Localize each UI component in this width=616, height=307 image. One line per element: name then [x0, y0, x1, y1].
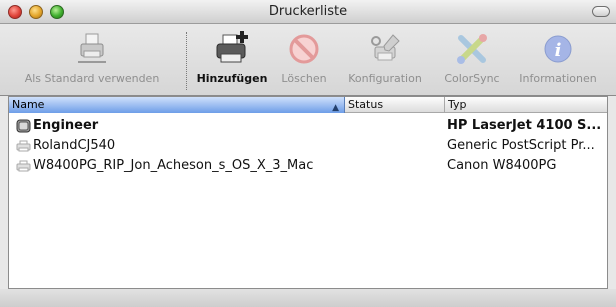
- sort-ascending-icon: ▲: [332, 103, 339, 113]
- column-header-typ[interactable]: Typ: [445, 97, 607, 113]
- set-default-button[interactable]: Als Standard verwenden: [2, 27, 182, 93]
- svg-text:i: i: [555, 40, 562, 61]
- information-button[interactable]: i Informationen: [510, 27, 606, 93]
- add-printer-icon: [216, 31, 248, 63]
- title-bar[interactable]: Druckerliste: [0, 0, 616, 24]
- printer-list: Name ▲ Status Typ Engineer HP LaserJet 4…: [8, 96, 608, 289]
- printer-icon: [16, 160, 31, 172]
- default-printer-icon: [78, 33, 106, 63]
- delete-icon: [289, 34, 319, 64]
- configuration-button[interactable]: Konfiguration: [338, 27, 432, 93]
- column-header-status-label: Status: [348, 98, 384, 111]
- printer-name: Engineer: [33, 118, 99, 133]
- column-header-status[interactable]: Status: [345, 97, 445, 113]
- printer-type: Canon W8400PG: [447, 158, 557, 173]
- information-label: Informationen: [519, 72, 597, 85]
- toolbar-toggle-button[interactable]: [592, 6, 610, 17]
- printer-type: Generic PostScript Pr...: [447, 138, 595, 153]
- printer-name: RolandCJ540: [33, 138, 116, 153]
- add-printer-label: Hinzufügen: [196, 72, 268, 85]
- delete-button[interactable]: Löschen: [272, 27, 336, 93]
- add-printer-button[interactable]: Hinzufügen: [194, 27, 270, 93]
- colorsync-label: ColorSync: [444, 72, 500, 85]
- configuration-label: Konfiguration: [348, 72, 422, 85]
- column-header-typ-label: Typ: [448, 98, 467, 111]
- printer-icon: [16, 140, 31, 152]
- delete-label: Löschen: [281, 72, 327, 85]
- info-icon: i: [544, 35, 572, 63]
- set-default-label: Als Standard verwenden: [24, 72, 160, 85]
- table-row[interactable]: Engineer HP LaserJet 4100 S...: [9, 116, 607, 136]
- window-title: Druckerliste: [268, 4, 348, 19]
- printer-name: W8400PG_RIP_Jon_Acheson_s_OS_X_3_Mac: [33, 158, 314, 173]
- status-bar: [0, 289, 616, 307]
- configuration-icon: [371, 34, 400, 61]
- colorsync-icon: [457, 34, 487, 64]
- toolbar-separator: [186, 32, 187, 90]
- printer-list-window: Druckerliste Als Standard verwenden Hinz…: [0, 0, 616, 307]
- list-header: Name ▲ Status Typ: [9, 97, 607, 113]
- toolbar: Als Standard verwenden Hinzufügen Lösche…: [0, 24, 616, 96]
- printer-type: HP LaserJet 4100 S...: [447, 118, 602, 133]
- column-header-name-label: Name: [12, 98, 45, 111]
- table-row[interactable]: RolandCJ540 Generic PostScript Pr...: [9, 136, 607, 156]
- printer-icon: [16, 119, 31, 133]
- colorsync-button[interactable]: ColorSync: [436, 27, 508, 93]
- column-header-name[interactable]: Name ▲: [9, 97, 345, 113]
- table-row[interactable]: W8400PG_RIP_Jon_Acheson_s_OS_X_3_Mac Can…: [9, 156, 607, 176]
